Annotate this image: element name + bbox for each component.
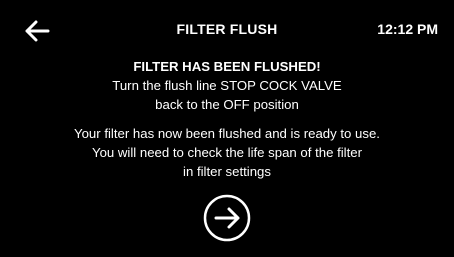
info-line-1: Your filter has now been flushed and is …: [74, 126, 380, 141]
next-button[interactable]: [203, 194, 251, 242]
instruction-line-1: Turn the flush line STOP COCK VALVE: [112, 78, 342, 93]
header-bar: FILTER FLUSH 12:12 PM: [0, 0, 454, 48]
instruction-line-2: back to the OFF position: [155, 97, 299, 112]
filter-flush-screen: FILTER FLUSH 12:12 PM FILTER HAS BEEN FL…: [0, 0, 454, 257]
message-heading: FILTER HAS BEEN FLUSHED!: [133, 59, 321, 74]
info-line-3: in filter settings: [183, 164, 271, 179]
filter-info-message: Your filter has now been flushed and is …: [0, 124, 454, 181]
info-line-2: You will need to check the life span of …: [91, 145, 363, 160]
flush-complete-message: FILTER HAS BEEN FLUSHED! Turn the flush …: [0, 57, 454, 114]
arrow-right-circle-icon: [203, 194, 251, 242]
clock-time: 12:12 PM: [377, 21, 438, 37]
